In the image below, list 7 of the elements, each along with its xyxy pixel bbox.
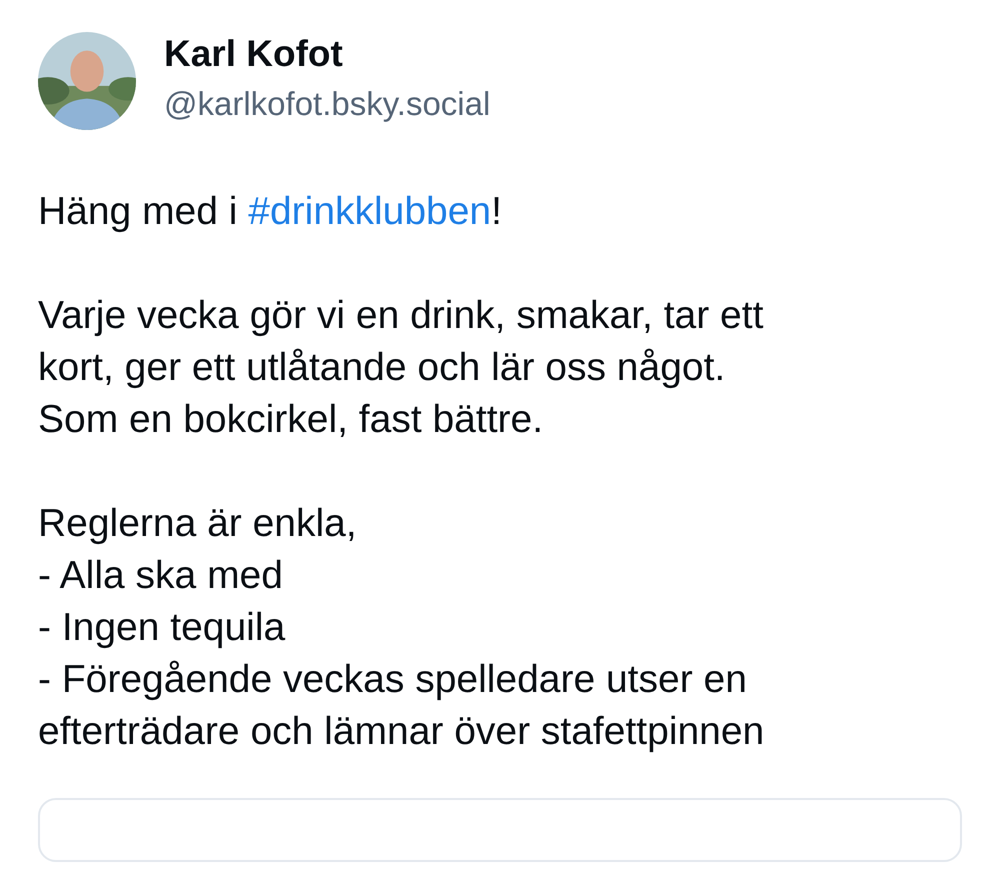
- author-name[interactable]: Karl Kofot: [164, 32, 490, 76]
- post-text: Häng med i #drinkklubben!: [38, 189, 503, 235]
- embed-card[interactable]: [38, 798, 962, 862]
- hashtag-link[interactable]: #drinkklubben: [248, 190, 492, 233]
- author-handle[interactable]: @karlkofot.bsky.social: [164, 84, 490, 124]
- post-paragraph: Varje vecka gör vi en drink, smakar, tar ett kort, ger ett utlåtande och lär oss något. Som en bokcirkel, fast bättre.: [38, 293, 764, 443]
- post-paragraph: Reglerna är enkla, - Alla ska med - Ingen tequila - Föregående veckas spelledare utser en efterträdare och lämnar över stafettpinnen: [38, 501, 766, 755]
